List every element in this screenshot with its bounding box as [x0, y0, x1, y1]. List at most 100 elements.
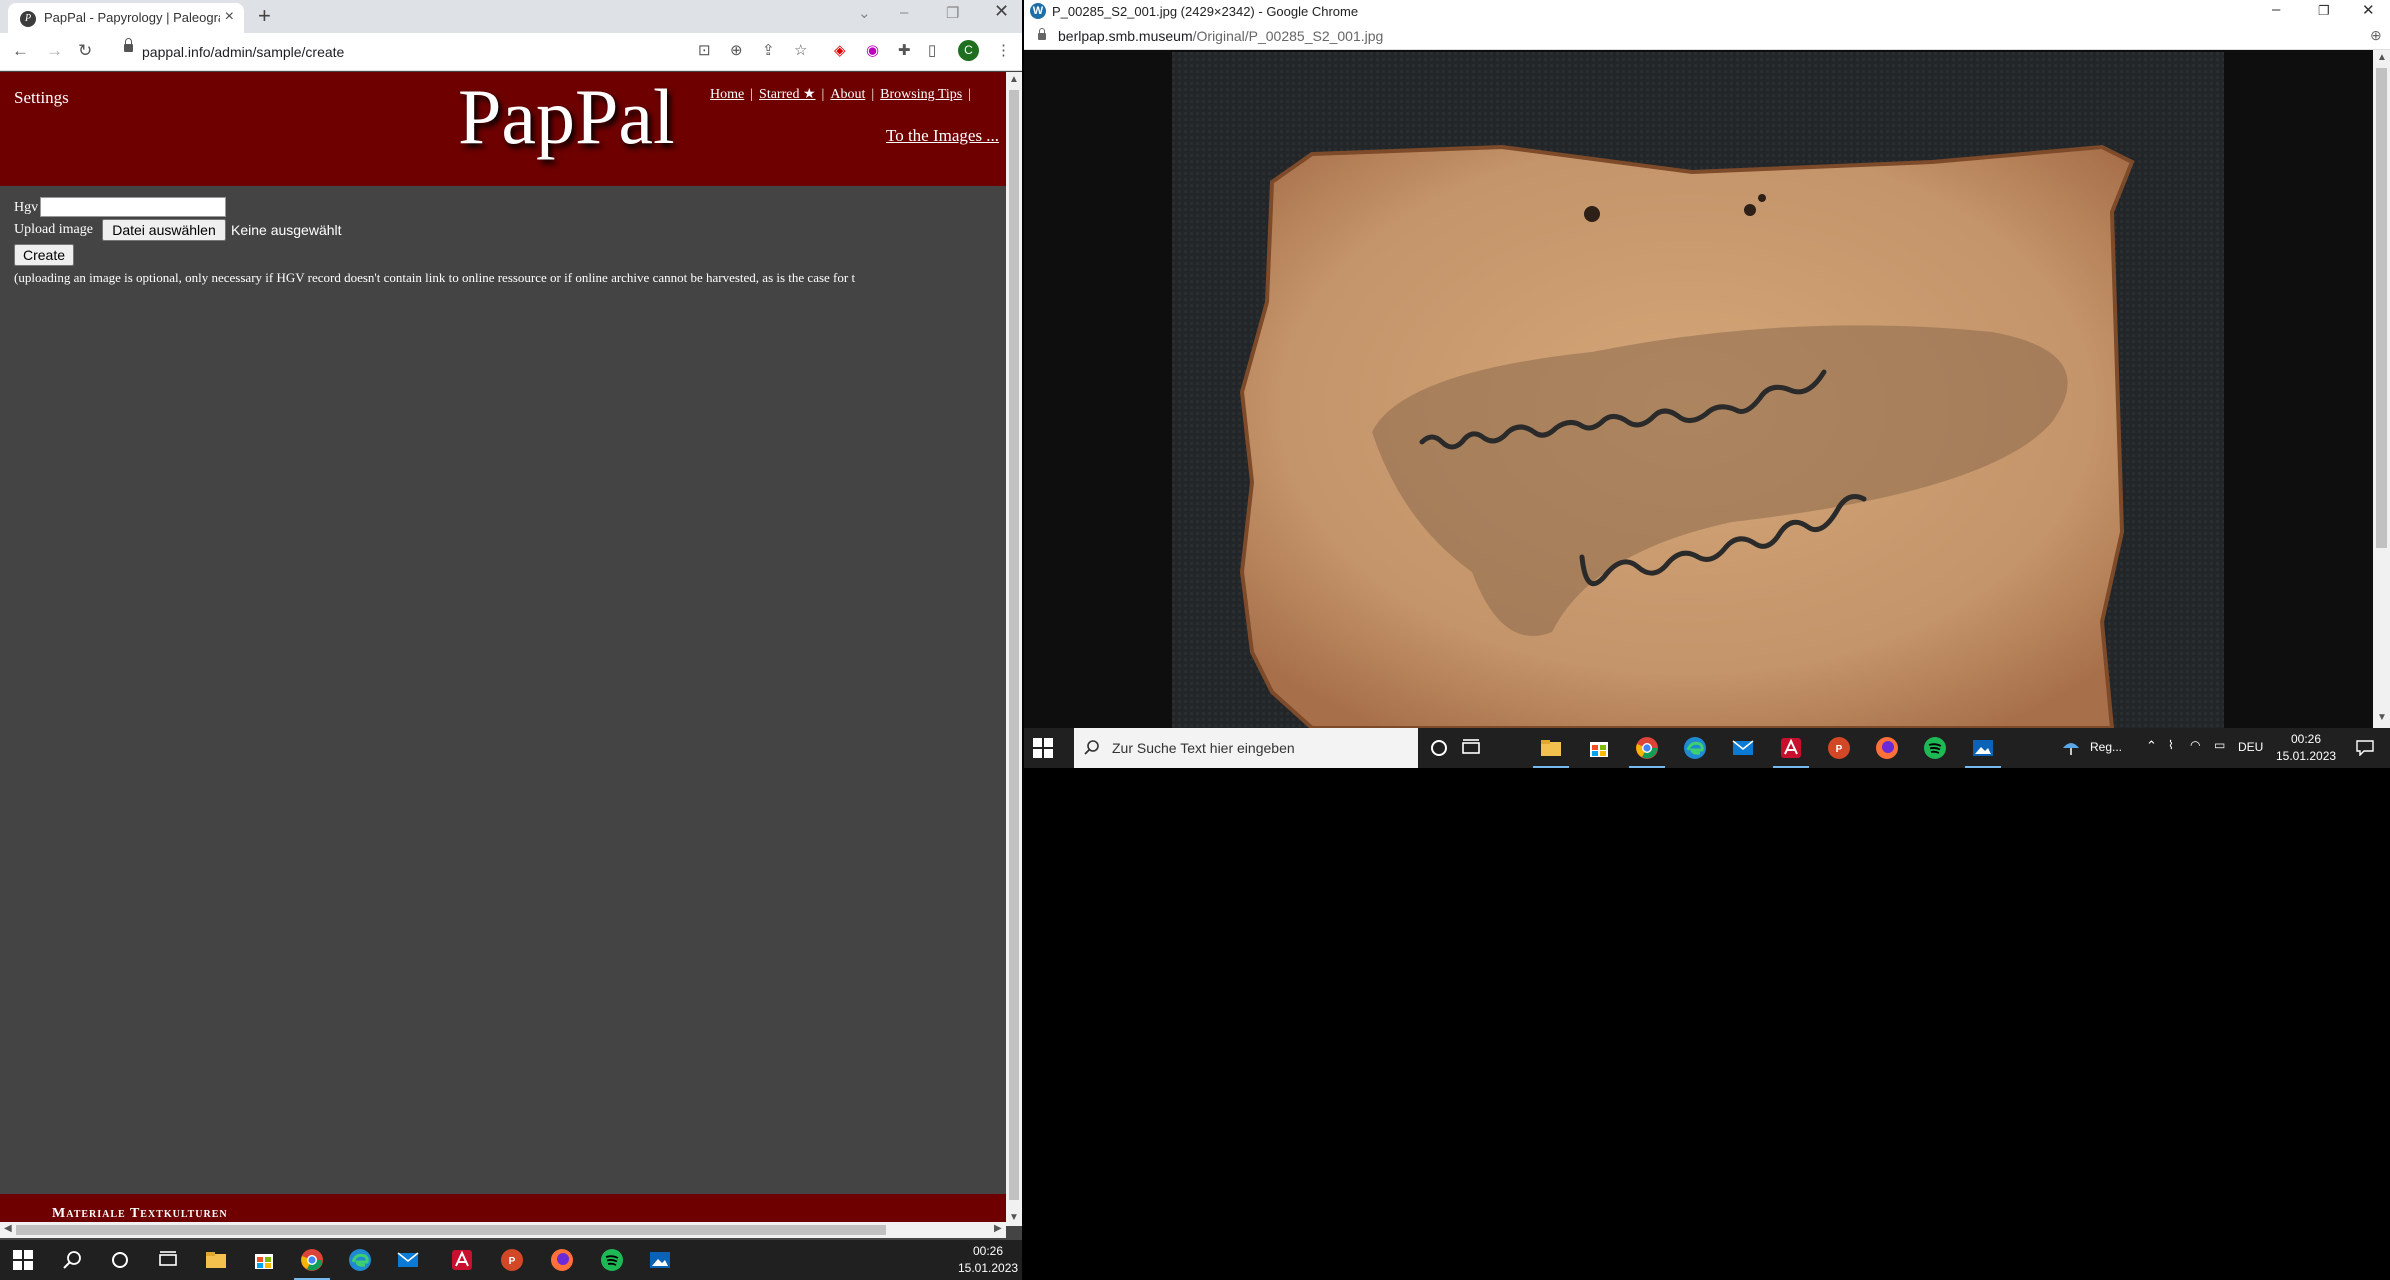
- footer-materiale-textkulturen[interactable]: Materiale Textkulturen: [52, 1206, 228, 1222]
- zoom-icon[interactable]: ⊕: [2370, 27, 2382, 44]
- task-view-icon[interactable]: [156, 1248, 180, 1272]
- extension-red-icon[interactable]: ◈: [834, 41, 846, 59]
- search-icon: [1084, 740, 1099, 755]
- share-icon[interactable]: ⇪: [762, 41, 775, 59]
- acrobat-icon[interactable]: [1779, 736, 1803, 760]
- clock-date[interactable]: 15.01.2023: [958, 1261, 1018, 1275]
- settings-link[interactable]: Settings: [14, 88, 69, 108]
- spotify-icon[interactable]: [600, 1248, 624, 1272]
- chrome-active-indicator: [1629, 766, 1665, 768]
- cortana-icon[interactable]: [1427, 736, 1451, 760]
- wifi-icon[interactable]: ◠: [2190, 738, 2200, 752]
- tab-search-icon[interactable]: ⌄: [858, 4, 871, 22]
- photos-icon[interactable]: [648, 1248, 672, 1272]
- clock-time[interactable]: 00:26: [2276, 732, 2336, 746]
- scroll-thumb[interactable]: [2376, 68, 2387, 548]
- hgv-label: Hgv: [14, 200, 39, 215]
- store-icon[interactable]: [252, 1248, 276, 1272]
- back-arrow-icon[interactable]: ←: [12, 41, 29, 61]
- chrome-icon[interactable]: [1635, 736, 1659, 760]
- powerpoint-icon[interactable]: P: [500, 1248, 524, 1272]
- scroll-thumb[interactable]: [1009, 90, 1019, 1200]
- ostracon-image[interactable]: [1172, 52, 2224, 728]
- network-icon[interactable]: ⌇: [2168, 738, 2174, 752]
- taskbar-search-box[interactable]: Zur Suche Text hier eingeben: [1074, 728, 1418, 768]
- tray-chevron-up-icon[interactable]: ⌃: [2146, 738, 2157, 754]
- cortana-icon[interactable]: [108, 1248, 132, 1272]
- window-title: P_00285_S2_001.jpg (2429×2342) - Google …: [1052, 4, 1359, 19]
- scroll-left-icon[interactable]: ◀: [4, 1223, 12, 1234]
- acrobat-icon[interactable]: [450, 1248, 474, 1272]
- forward-arrow-icon[interactable]: →: [46, 41, 63, 61]
- scroll-right-icon[interactable]: ▶: [994, 1223, 1002, 1234]
- nav-starred[interactable]: Starred ★: [759, 87, 815, 102]
- close-window-button[interactable]: ✕: [994, 1, 1009, 22]
- scroll-up-icon[interactable]: ▲: [1009, 74, 1019, 85]
- weather-text[interactable]: Reg...: [2090, 740, 2122, 754]
- reload-icon[interactable]: ↻: [78, 41, 92, 61]
- menu-kebab-icon[interactable]: ⋮: [996, 41, 1011, 59]
- weather-rain-icon[interactable]: [2060, 738, 2082, 758]
- firefox-icon[interactable]: [1875, 736, 1899, 760]
- scroll-down-icon[interactable]: ▼: [2377, 712, 2387, 723]
- spotify-icon[interactable]: [1923, 736, 1947, 760]
- language-indicator[interactable]: DEU: [2238, 740, 2263, 754]
- edge-icon[interactable]: [1683, 736, 1707, 760]
- zoom-icon[interactable]: ⊕: [730, 41, 743, 59]
- translate-icon[interactable]: ⊡: [698, 41, 711, 59]
- hscroll-thumb[interactable]: [16, 1225, 886, 1235]
- scroll-down-icon[interactable]: ▼: [1009, 1212, 1019, 1223]
- tab-pappal[interactable]: P PapPal - Papyrology | Paleograph ×: [8, 3, 244, 33]
- lock-icon: [1038, 28, 1046, 40]
- popup-address-bar[interactable]: berlpap.smb.museum/Original/P_00285_S2_0…: [1024, 22, 2390, 50]
- file-explorer-icon[interactable]: [1539, 736, 1563, 760]
- site-logo[interactable]: PapPal: [458, 72, 675, 162]
- clock-time[interactable]: 00:26: [958, 1244, 1018, 1258]
- to-images-link[interactable]: To the Images ...: [886, 126, 999, 146]
- acrobat-active-indicator: [1773, 766, 1809, 768]
- nav-about[interactable]: About: [830, 87, 865, 102]
- close-window-button[interactable]: ✕: [2362, 1, 2375, 19]
- extensions-puzzle-icon[interactable]: ✚: [898, 41, 911, 59]
- minimize-button[interactable]: –: [900, 4, 908, 21]
- mail-icon[interactable]: [1731, 736, 1755, 760]
- new-tab-button[interactable]: +: [258, 3, 271, 29]
- windows-start-icon[interactable]: [12, 1249, 34, 1271]
- firefox-icon[interactable]: [550, 1248, 574, 1272]
- popup-titlebar: W P_00285_S2_001.jpg (2429×2342) - Googl…: [1024, 0, 2390, 22]
- edge-icon[interactable]: [348, 1248, 372, 1272]
- browser-toolbar: ← → ↻ pappal.info/admin/sample/create ⊡ …: [0, 33, 1022, 71]
- restore-button[interactable]: ❐: [2318, 3, 2330, 19]
- nav-browsing-tips[interactable]: Browsing Tips: [880, 87, 962, 102]
- choose-file-button[interactable]: Datei auswählen: [102, 219, 226, 241]
- create-button[interactable]: Create: [14, 244, 74, 266]
- mail-icon[interactable]: [396, 1248, 420, 1272]
- clock-date[interactable]: 15.01.2023: [2276, 749, 2336, 763]
- task-view-icon[interactable]: [1459, 736, 1483, 760]
- extension-purple-icon[interactable]: ◉: [866, 41, 879, 59]
- horizontal-scrollbar[interactable]: ◀ ▶: [0, 1222, 1006, 1238]
- side-panel-icon[interactable]: ▯: [928, 41, 936, 59]
- chrome-icon[interactable]: [300, 1248, 324, 1272]
- scroll-up-icon[interactable]: ▲: [2377, 52, 2387, 63]
- bookmark-star-icon[interactable]: ☆: [794, 41, 807, 59]
- file-explorer-icon[interactable]: [204, 1248, 228, 1272]
- restore-button[interactable]: ❐: [946, 4, 959, 22]
- pappal-favicon-icon: P: [20, 11, 36, 27]
- popup-vertical-scrollbar[interactable]: ▲ ▼: [2373, 50, 2390, 728]
- vertical-scrollbar[interactable]: ▲ ▼: [1006, 72, 1022, 1226]
- windows-start-icon[interactable]: [1032, 737, 1054, 759]
- minimize-button[interactable]: –: [2272, 1, 2280, 18]
- hgv-input[interactable]: [40, 197, 226, 217]
- close-tab-icon[interactable]: ×: [225, 8, 234, 26]
- notification-icon[interactable]: [2356, 740, 2374, 756]
- photos-icon[interactable]: [1971, 736, 1995, 760]
- battery-icon[interactable]: ▭: [2214, 738, 2225, 752]
- powerpoint-icon[interactable]: P: [1827, 736, 1851, 760]
- tab-strip: P PapPal - Papyrology | Paleograph × + ⌄…: [0, 0, 1022, 33]
- search-icon[interactable]: [60, 1248, 84, 1272]
- profile-avatar[interactable]: C: [958, 40, 979, 61]
- nav-home[interactable]: Home: [710, 87, 744, 102]
- url-text: berlpap.smb.museum/Original/P_00285_S2_0…: [1058, 28, 1384, 44]
- store-icon[interactable]: [1587, 736, 1611, 760]
